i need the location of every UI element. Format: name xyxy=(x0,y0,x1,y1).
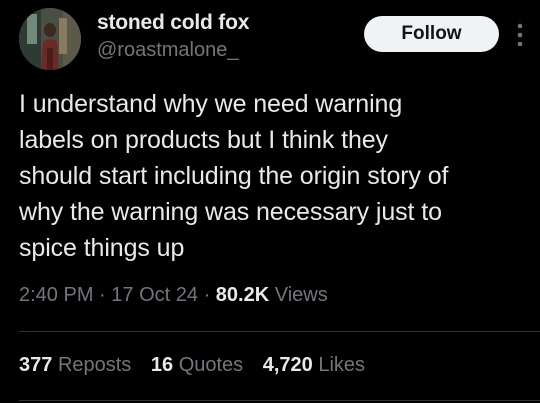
likes-label: Likes xyxy=(318,354,366,376)
tweet-line: labels on products but I think they xyxy=(19,126,388,154)
tweet-line: why the warning was necessary just to xyxy=(19,198,442,226)
tweet-date[interactable]: 17 Oct 24 xyxy=(111,284,198,306)
likes-link[interactable]: 4,720 Likes xyxy=(263,354,365,376)
separator-dot: · xyxy=(99,284,106,306)
avatar[interactable] xyxy=(19,8,81,70)
quotes-label: Quotes xyxy=(178,354,244,376)
views-label: Views xyxy=(274,284,328,306)
user-handle[interactable]: @roastmalone_ xyxy=(97,39,238,62)
follow-button[interactable]: Follow xyxy=(364,16,499,52)
engagement-stats: 377 Reposts 16 Quotes 4,720 Likes xyxy=(19,354,379,377)
profile-photo-icon xyxy=(19,8,81,70)
tweet-line: should start including the origin story … xyxy=(19,162,449,190)
tweet-line: spice things up xyxy=(19,234,185,262)
reposts-label: Reposts xyxy=(57,354,132,376)
quotes-count: 16 xyxy=(150,354,174,376)
divider xyxy=(19,331,540,332)
more-options-icon[interactable] xyxy=(514,22,526,48)
reposts-link[interactable]: 377 Reposts xyxy=(19,354,131,376)
separator-dot: · xyxy=(203,284,211,306)
views-count: 80.2K xyxy=(215,284,270,306)
tweet-metadata: 2:40 PM · 17 Oct 24 · 80.2K Views xyxy=(19,284,328,307)
tweet-line: I understand why we need warning xyxy=(19,90,403,118)
quotes-link[interactable]: 16 Quotes xyxy=(151,354,243,376)
display-name[interactable]: stoned cold fox xyxy=(97,11,249,35)
tweet-text: I understand why we need warning labels … xyxy=(19,86,534,266)
tweet-time[interactable]: 2:40 PM xyxy=(19,284,93,306)
divider xyxy=(19,400,540,401)
reposts-count: 377 xyxy=(19,354,53,376)
likes-count: 4,720 xyxy=(262,354,313,376)
